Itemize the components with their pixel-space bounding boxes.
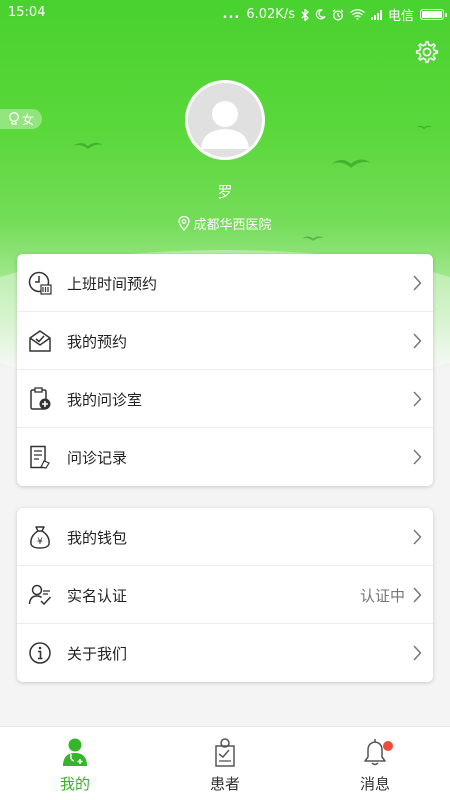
user-verify-icon [28, 584, 52, 606]
status-bar: 15:04 ... 6.02K/s 电信 [0, 0, 450, 26]
user-name: 罗 [217, 183, 233, 201]
bird-decoration [73, 142, 103, 149]
bulb-icon [9, 112, 19, 125]
alarm-icon [332, 8, 344, 20]
money-bag-icon: ¥ [30, 526, 50, 549]
clipboard-plus-icon [30, 387, 51, 410]
menu-item-label: 问诊记录 [67, 449, 128, 467]
menu-item-my-appointments[interactable]: 我的预约 [17, 312, 433, 370]
menu-item-label: 实名认证 [67, 587, 128, 605]
menu-item-about-us[interactable]: 关于我们 [17, 624, 433, 682]
battery-icon [420, 9, 447, 20]
svg-text:¥: ¥ [37, 537, 43, 547]
bottom-tab-bar: 我的 患者 消息 [0, 726, 450, 800]
gender-label: 女 [22, 112, 35, 127]
hospital-name: 成都华西医院 [193, 218, 272, 233]
tab-label: 消息 [359, 775, 390, 793]
menu-item-label: 我的问诊室 [67, 391, 143, 409]
bird-decoration [331, 159, 371, 168]
tab-patients[interactable]: 患者 [150, 727, 300, 800]
moon-icon [315, 9, 326, 20]
chevron-right-icon [413, 529, 422, 545]
chevron-right-icon [413, 449, 422, 465]
menu-item-label: 我的预约 [67, 333, 128, 351]
wifi-icon [350, 9, 365, 20]
menu-item-work-schedule[interactable]: 上班时间预约 [17, 254, 433, 312]
avatar[interactable] [185, 80, 265, 160]
gear-icon[interactable] [414, 39, 440, 65]
menu-item-label: 我的钱包 [67, 529, 128, 547]
chevron-right-icon [413, 587, 422, 603]
carrier-label: 电信 [387, 9, 414, 24]
patient-icon [215, 738, 235, 767]
menu-card-primary: 上班时间预约 我的预约 我的问诊室 问诊记录 [17, 254, 433, 486]
menu-item-my-consultation-room[interactable]: 我的问诊室 [17, 370, 433, 428]
chevron-right-icon [413, 275, 422, 291]
menu-item-real-name-verification[interactable]: 实名认证 认证中 [17, 566, 433, 624]
menu-item-consultation-records[interactable]: 问诊记录 [17, 428, 433, 486]
chevron-right-icon [413, 645, 422, 661]
chevron-right-icon [413, 391, 422, 407]
status-time: 15:04 [8, 5, 46, 20]
tab-messages[interactable]: 消息 [300, 727, 450, 800]
gender-tag: 女 [0, 109, 43, 129]
tab-label: 患者 [209, 775, 240, 793]
notification-badge [383, 741, 393, 751]
location-pin-icon [178, 216, 191, 231]
menu-item-wallet[interactable]: ¥ 我的钱包 [17, 508, 433, 566]
hospital-location: 成都华西医院 [0, 214, 450, 233]
tab-label: 我的 [59, 775, 90, 793]
info-icon [29, 642, 51, 664]
signal-icon [370, 9, 382, 20]
document-edit-icon [30, 445, 50, 469]
default-avatar-icon [201, 101, 249, 149]
bird-decoration [302, 236, 324, 241]
doctor-icon [63, 738, 87, 766]
bluetooth-icon [301, 8, 309, 21]
menu-item-label: 上班时间预约 [67, 275, 158, 293]
verification-status: 认证中 [359, 587, 405, 605]
envelope-check-icon [29, 330, 51, 352]
clock-calendar-icon [28, 271, 52, 295]
bird-decoration [416, 125, 432, 130]
net-speed: 6.02K/s [246, 7, 295, 22]
menu-card-secondary: ¥ 我的钱包 实名认证 认证中 关于我们 [17, 508, 433, 682]
status-dots: ... [222, 7, 241, 22]
menu-item-label: 关于我们 [67, 645, 128, 663]
chevron-right-icon [413, 333, 422, 349]
tab-mine[interactable]: 我的 [0, 727, 150, 800]
